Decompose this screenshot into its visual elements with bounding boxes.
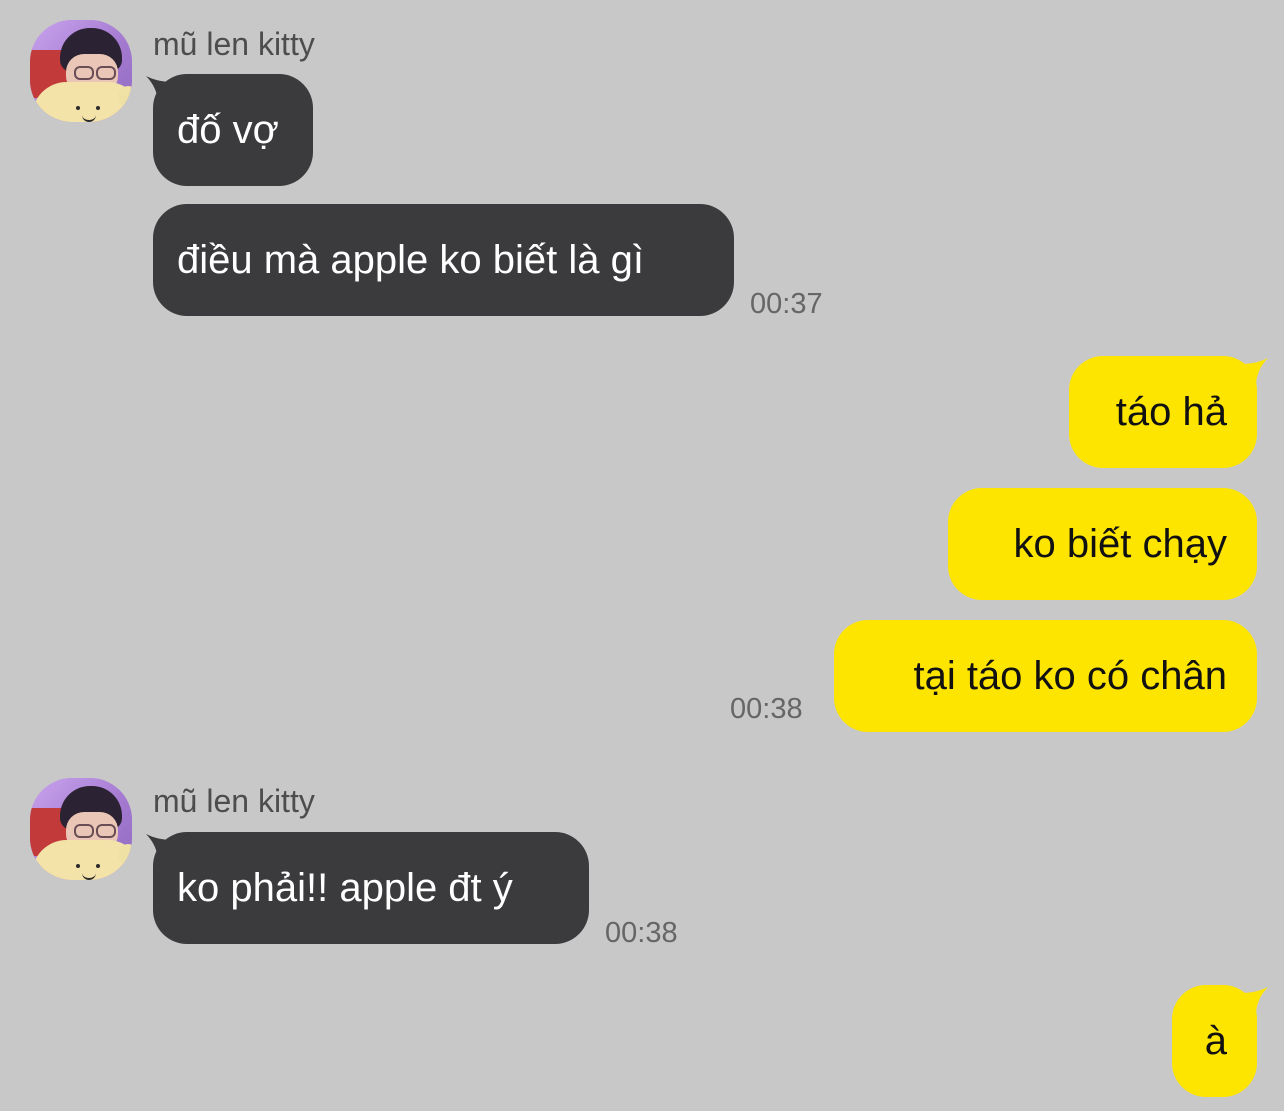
message-timestamp: 00:37 — [750, 288, 823, 320]
message-bubble-outgoing[interactable]: ko biết chạy — [948, 488, 1257, 600]
message-bubble-incoming[interactable]: ko phải!! apple đt ý — [153, 832, 589, 944]
message-bubble-outgoing[interactable]: tại táo ko có chân — [834, 620, 1257, 732]
message-text: tại táo ko có chân — [913, 654, 1227, 698]
message-text: ko biết chạy — [1013, 522, 1227, 566]
message-text: ko phải!! apple đt ý — [177, 866, 513, 910]
message-text: đố vợ — [177, 108, 279, 152]
message-text: điều mà apple ko biết là gì — [177, 238, 644, 282]
sender-avatar[interactable] — [30, 778, 132, 880]
message-timestamp: 00:38 — [730, 693, 803, 725]
message-timestamp: 00:38 — [605, 917, 678, 949]
message-bubble-incoming[interactable]: điều mà apple ko biết là gì — [153, 204, 734, 316]
message-bubble-outgoing[interactable]: táo hả — [1069, 356, 1257, 468]
message-text: táo hả — [1115, 390, 1227, 434]
message-text: à — [1204, 1019, 1227, 1063]
sender-avatar[interactable] — [30, 20, 132, 122]
sender-name: mũ len kitty — [153, 26, 315, 62]
message-bubble-incoming[interactable]: đố vợ — [153, 74, 313, 186]
sender-name: mũ len kitty — [153, 783, 315, 819]
message-bubble-outgoing[interactable]: à — [1172, 985, 1257, 1097]
chat-thread: mũ len kitty đố vợ điều mà apple ko biết… — [0, 0, 1284, 1111]
